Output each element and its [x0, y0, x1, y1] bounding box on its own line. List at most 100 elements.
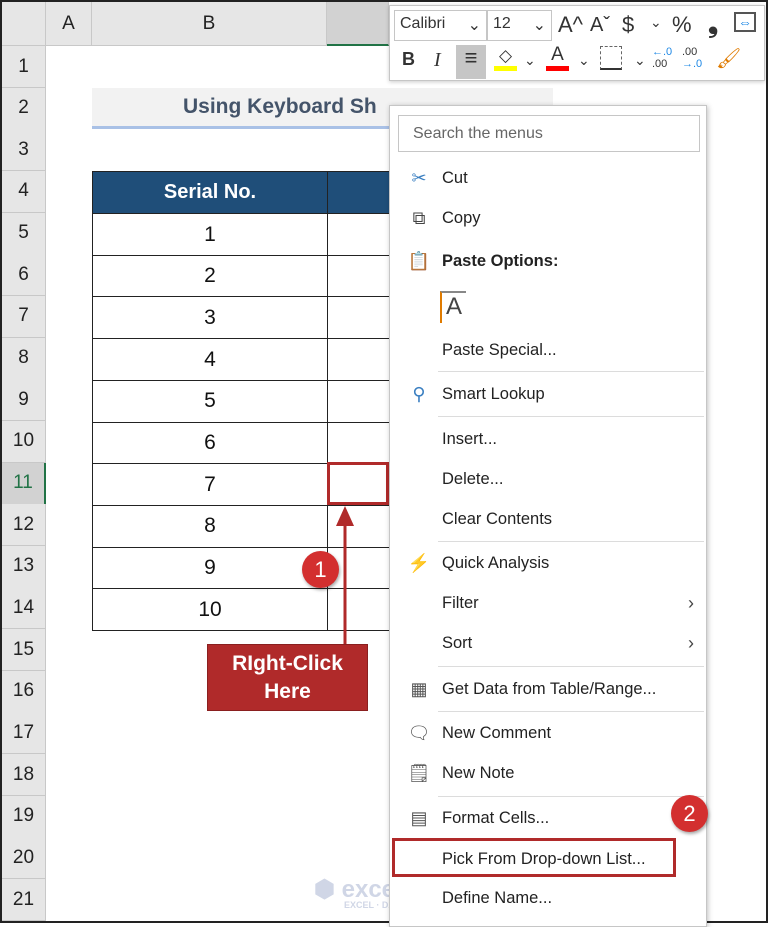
table-header-serial[interactable]: Serial No.: [92, 171, 328, 214]
font-name-dropdown[interactable]: Calibri ⌄: [394, 10, 487, 41]
row-header-15[interactable]: 15: [2, 629, 46, 672]
selected-cell-c11[interactable]: [327, 462, 389, 505]
copy-icon: ⧉: [412, 207, 426, 228]
column-header-b[interactable]: B: [92, 2, 327, 46]
chevron-down-icon[interactable]: ⌄: [650, 14, 662, 31]
menu-separator: [438, 371, 704, 372]
row-header-21[interactable]: 21: [2, 879, 46, 921]
select-all-corner[interactable]: [2, 2, 46, 46]
row-header-8[interactable]: 8: [2, 337, 46, 380]
menu-item-smart-lookup[interactable]: ⚲ Smart Lookup: [390, 376, 706, 412]
row-header-16[interactable]: 16: [2, 670, 46, 713]
paste-keep-text-icon: A: [440, 291, 466, 323]
row-header-20[interactable]: 20: [2, 837, 46, 880]
menu-item-clear-contents[interactable]: Clear Contents: [390, 501, 706, 537]
serial-cell[interactable]: 5: [92, 379, 328, 423]
menu-item-paste-special[interactable]: Paste Special...: [390, 332, 706, 368]
table-header-col-c[interactable]: [327, 171, 397, 214]
menu-item-sort[interactable]: Sort ›: [390, 625, 706, 661]
serial-cell[interactable]: 6: [92, 421, 328, 465]
row-header-12[interactable]: 12: [2, 504, 46, 547]
decrease-font-icon[interactable]: Aˇ: [590, 14, 610, 37]
serial-cell[interactable]: 1: [92, 213, 328, 256]
row-header-9[interactable]: 9: [2, 379, 46, 422]
menu-item-filter[interactable]: Filter ›: [390, 585, 706, 621]
chevron-down-icon[interactable]: ⌄: [634, 52, 646, 69]
comma-style-icon[interactable]: ❟: [708, 8, 718, 40]
menu-item-quick-analysis[interactable]: ⚡ Quick Analysis: [390, 545, 706, 581]
menu-item-delete[interactable]: Delete...: [390, 461, 706, 497]
increase-decimal-icon[interactable]: ←.0.00: [652, 46, 672, 70]
currency-icon[interactable]: $: [622, 12, 634, 38]
search-menus-input[interactable]: Search the menus: [398, 115, 700, 152]
serial-cell[interactable]: 3: [92, 296, 328, 340]
menu-item-label: Format Cells...: [442, 808, 550, 827]
menu-item-label: Quick Analysis: [442, 553, 550, 572]
table-icon: ▦: [410, 678, 428, 699]
serial-cell[interactable]: 9: [92, 546, 328, 590]
serial-cell[interactable]: 7: [92, 463, 328, 507]
menu-item-label: New Comment: [442, 723, 552, 742]
row-header-19[interactable]: 19: [2, 795, 46, 838]
chevron-down-icon: ⌄: [532, 17, 546, 34]
serial-cell[interactable]: 4: [92, 338, 328, 382]
menu-item-get-data-from-table-range[interactable]: ▦ Get Data from Table/Range...: [390, 671, 706, 707]
row-header-10[interactable]: 10: [2, 420, 46, 463]
row-header-18[interactable]: 18: [2, 754, 46, 797]
menu-item-cut[interactable]: ✂ Cut: [390, 160, 706, 196]
context-menu: Search the menus ✂ Cut ⧉ Copy 📋 Paste Options…: [389, 105, 707, 927]
new-comment-icon: 🗨: [407, 722, 431, 743]
menu-item-format-cells[interactable]: ▤ Format Cells...: [390, 800, 706, 836]
bold-button[interactable]: B: [402, 49, 415, 70]
menu-item-new-comment[interactable]: 🗨 New Comment: [390, 715, 706, 751]
menu-item-label: Paste Special...: [442, 340, 557, 359]
row-header-11[interactable]: 11: [2, 462, 46, 505]
row-header-13[interactable]: 13: [2, 545, 46, 588]
serial-cell[interactable]: 10: [92, 588, 328, 632]
format-painter-icon[interactable]: 🖌: [716, 46, 741, 71]
chevron-down-icon[interactable]: ⌄: [578, 52, 590, 69]
wrap-text-icon[interactable]: ⇔: [734, 12, 756, 32]
menu-item-new-note[interactable]: 🗒 New Note: [390, 755, 706, 791]
chevron-down-icon[interactable]: ⌄: [524, 52, 536, 69]
column-header-c[interactable]: [327, 2, 389, 46]
table-cell-c[interactable]: [327, 296, 397, 340]
italic-button[interactable]: I: [434, 49, 441, 72]
font-color-icon[interactable]: A: [546, 44, 569, 71]
menu-item-paste-options[interactable]: 📋 Paste Options:: [390, 243, 706, 279]
scissors-icon: ✂: [411, 167, 427, 188]
font-size-dropdown[interactable]: 12 ⌄: [487, 10, 552, 41]
menu-item-paste-keep-text[interactable]: A: [390, 285, 706, 329]
menu-item-label: New Note: [442, 763, 515, 782]
decrease-decimal-icon[interactable]: .00 →.0: [682, 46, 702, 70]
menu-item-label: Clear Contents: [442, 509, 553, 528]
center-align-icon[interactable]: ≡: [456, 45, 486, 79]
table-cell-c[interactable]: [327, 254, 397, 298]
row-header-3[interactable]: 3: [2, 129, 46, 172]
menu-item-label: Cut: [442, 168, 468, 187]
row-header-14[interactable]: 14: [2, 587, 46, 630]
menu-item-insert[interactable]: Insert...: [390, 421, 706, 457]
borders-icon[interactable]: [600, 46, 622, 70]
menu-item-define-name[interactable]: Define Name...: [390, 880, 706, 916]
serial-cell[interactable]: 8: [92, 504, 328, 548]
increase-font-icon[interactable]: A^: [558, 12, 583, 38]
table-cell-c[interactable]: [327, 213, 397, 256]
percent-icon[interactable]: %: [672, 12, 692, 38]
row-header-2[interactable]: 2: [2, 87, 46, 130]
menu-item-copy[interactable]: ⧉ Copy: [390, 200, 706, 236]
row-header-4[interactable]: 4: [2, 170, 46, 213]
fill-color-icon[interactable]: ◇: [494, 46, 517, 71]
row-header-7[interactable]: 7: [2, 295, 46, 338]
step-1-badge: 1: [302, 551, 339, 588]
table-cell-c[interactable]: [327, 338, 397, 382]
row-header-1[interactable]: 1: [2, 46, 46, 88]
table-cell-c[interactable]: [327, 421, 397, 465]
serial-cell[interactable]: 2: [92, 254, 328, 298]
row-header-6[interactable]: 6: [2, 254, 46, 297]
column-header-a[interactable]: A: [46, 2, 92, 46]
table-cell-c[interactable]: [327, 379, 397, 423]
menu-item-label: Insert...: [442, 429, 498, 448]
row-header-5[interactable]: 5: [2, 212, 46, 255]
row-header-17[interactable]: 17: [2, 712, 46, 755]
